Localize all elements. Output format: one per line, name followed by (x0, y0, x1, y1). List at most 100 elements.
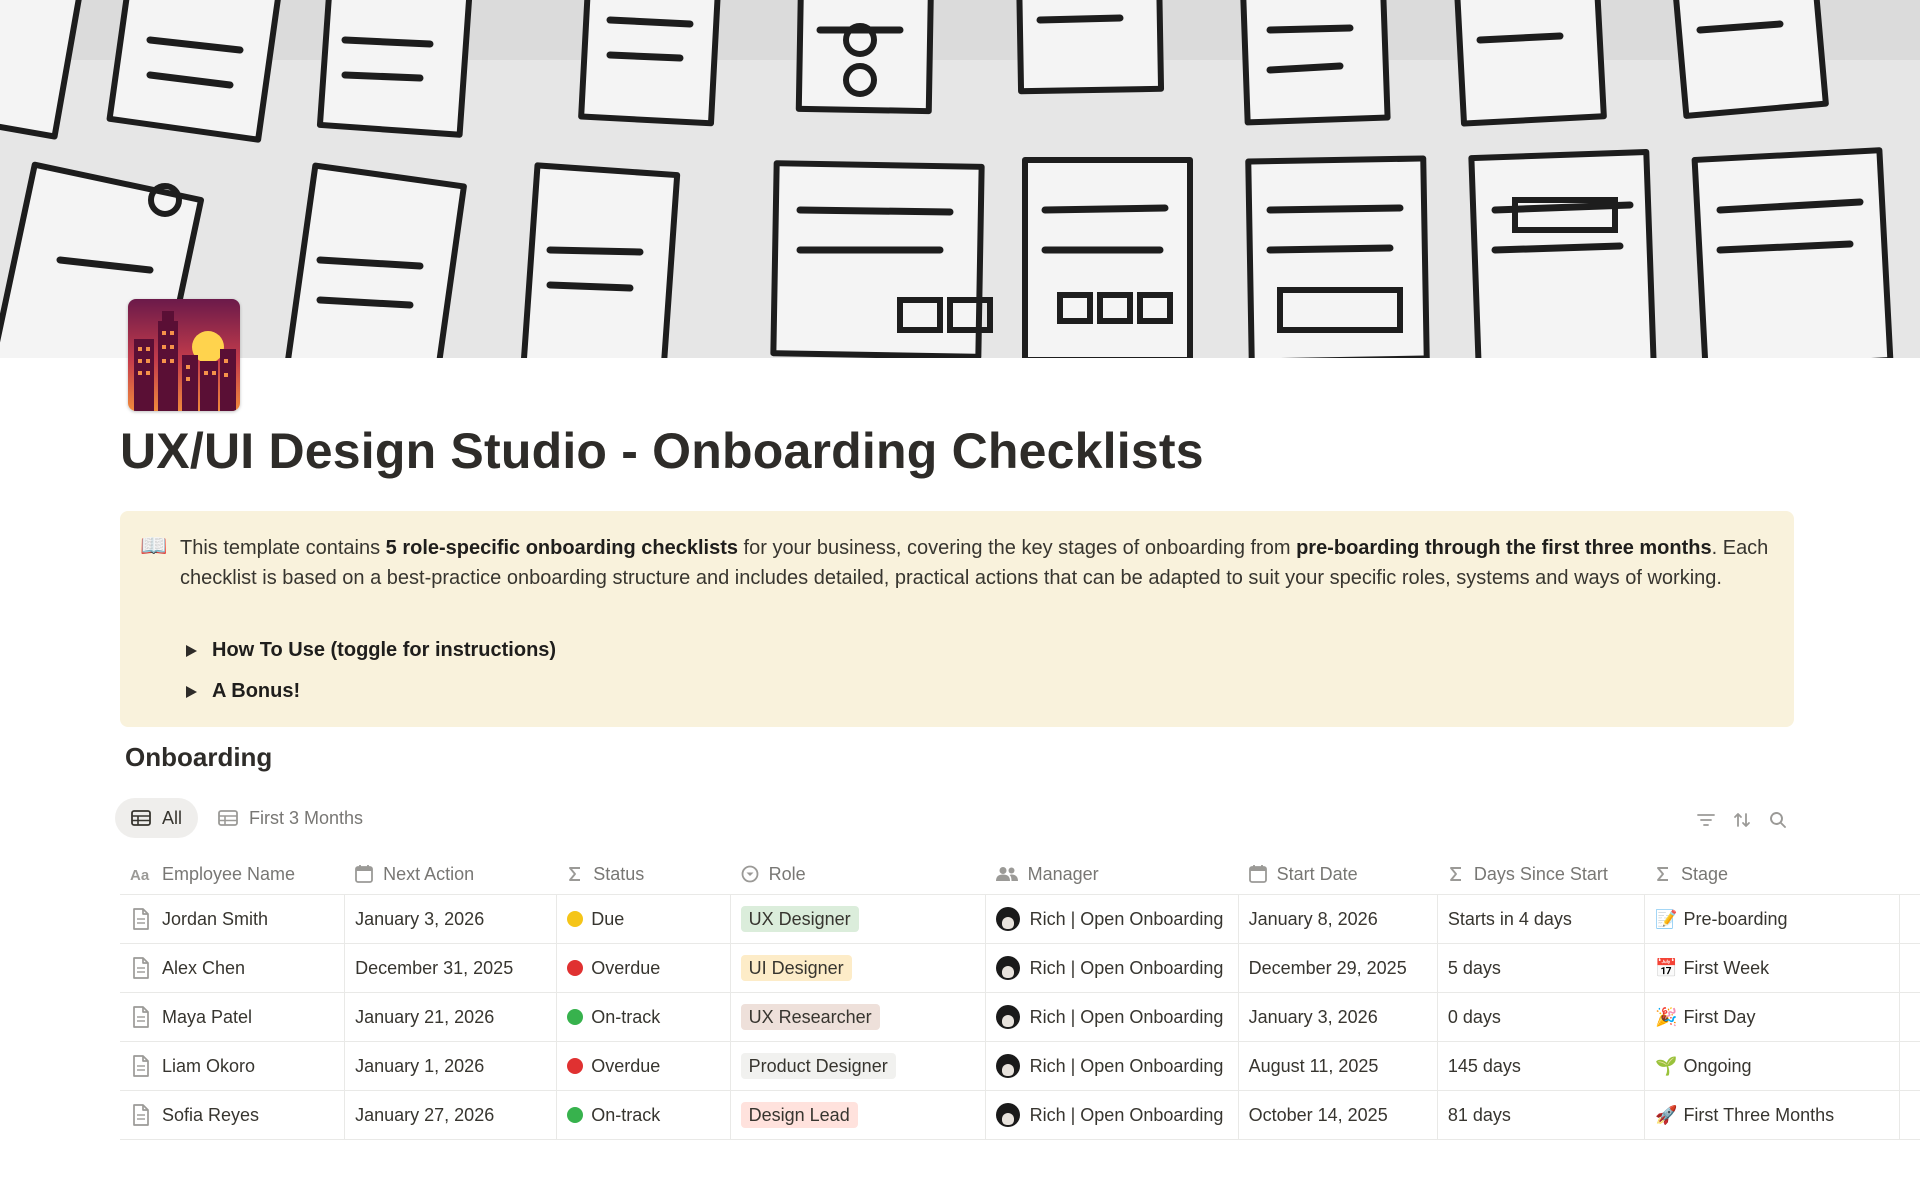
intro-callout: 📖 This template contains 5 role-specific… (120, 511, 1794, 727)
next-action-cell[interactable]: January 1, 2026 (345, 1042, 558, 1090)
table-row[interactable]: Alex Chen December 31, 2025 Overdue UI Desi… (120, 944, 1920, 993)
status-cell[interactable]: Overdue (557, 1042, 731, 1090)
view-tabs: All First 3 Months (115, 798, 383, 838)
employee-name[interactable]: Liam Okoro (162, 1056, 255, 1077)
status-dot-icon (567, 960, 584, 976)
page-icon (133, 1104, 149, 1126)
column-next-action[interactable]: Next Action (345, 854, 557, 894)
filter-icon[interactable] (1688, 806, 1724, 834)
column-employee-name[interactable]: Aa Employee Name (120, 854, 345, 894)
role-tag: UX Researcher (740, 1004, 880, 1030)
overflow-cell (1900, 895, 1920, 943)
role-cell[interactable]: UX Researcher (731, 993, 986, 1041)
employee-name-cell[interactable]: Jordan Smith (120, 895, 346, 943)
role-tag: UI Designer (740, 955, 852, 981)
column-days-since-start[interactable]: Days Since Start (1438, 854, 1645, 894)
employee-name-cell[interactable]: Maya Patel (120, 993, 346, 1041)
page-icon (133, 1055, 149, 1077)
days-since-start-cell[interactable]: 5 days (1438, 944, 1646, 992)
next-action-cell[interactable]: December 31, 2025 (345, 944, 558, 992)
avatar (995, 1005, 1020, 1029)
days-since-start-cell[interactable]: 0 days (1438, 993, 1646, 1041)
tab-all[interactable]: All (115, 798, 199, 838)
employee-name[interactable]: Sofia Reyes (162, 1105, 259, 1126)
wireframe-sketches-illustration (0, 0, 1920, 358)
sort-icon[interactable] (1724, 806, 1760, 834)
avatar (995, 956, 1020, 980)
days-since-start-cell[interactable]: 81 days (1438, 1091, 1646, 1139)
role-cell[interactable]: Design Lead (731, 1091, 986, 1139)
table-row[interactable]: Maya Patel January 21, 2026 On-track UX Res… (120, 993, 1920, 1042)
calendar-icon (1248, 865, 1267, 883)
employee-name-cell[interactable]: Sofia Reyes (120, 1091, 346, 1139)
svg-text:Aa: Aa (130, 867, 150, 882)
column-stage[interactable]: Stage (1645, 854, 1900, 894)
stage-emoji-icon: 🎉 (1655, 1006, 1678, 1027)
manager-cell[interactable]: Rich | Open Onboarding (986, 993, 1239, 1041)
manager-cell[interactable]: Rich | Open Onboarding (986, 895, 1239, 943)
stage-emoji-icon: 📅 (1655, 957, 1678, 978)
table-row[interactable]: Liam Okoro January 1, 2026 Overdue Product … (120, 1042, 1920, 1091)
status-cell[interactable]: On-track (557, 993, 731, 1041)
open-book-icon: 📖 (140, 533, 168, 558)
start-date-cell[interactable]: December 29, 2025 (1239, 944, 1438, 992)
column-manager[interactable]: Manager (986, 854, 1239, 894)
column-status[interactable]: Status (557, 854, 730, 894)
callout-text: This template contains 5 role-specific o… (180, 537, 1769, 589)
column-overflow (1900, 854, 1920, 894)
next-action-cell[interactable]: January 27, 2026 (345, 1091, 558, 1139)
search-icon[interactable] (1760, 806, 1796, 834)
table-row[interactable]: Sofia Reyes January 27, 2026 On-track Desig… (120, 1091, 1920, 1140)
toggle-bonus[interactable]: A Bonus! (186, 680, 300, 703)
status-cell[interactable]: Overdue (557, 944, 731, 992)
toggle-arrow-icon[interactable] (186, 644, 197, 657)
employee-name-cell[interactable]: Alex Chen (120, 944, 346, 992)
stage-emoji-icon: 🚀 (1655, 1104, 1678, 1125)
role-tag: Product Designer (740, 1053, 896, 1079)
stage-cell[interactable]: 📅 First Week (1645, 944, 1900, 992)
column-start-date[interactable]: Start Date (1239, 854, 1438, 894)
days-since-start-cell[interactable]: 145 days (1438, 1042, 1646, 1090)
page-icon[interactable] (128, 299, 240, 411)
next-action-cell[interactable]: January 3, 2026 (345, 895, 558, 943)
status-cell[interactable]: Due (557, 895, 731, 943)
role-cell[interactable]: UI Designer (731, 944, 986, 992)
table-row[interactable]: Jordan Smith January 3, 2026 Due UX Designe… (120, 895, 1920, 944)
role-tag: Design Lead (740, 1102, 858, 1128)
next-action-cell[interactable]: January 21, 2026 (345, 993, 558, 1041)
database-title[interactable]: Onboarding (125, 742, 272, 773)
table-header: Aa Employee Name Next Action Status Role… (120, 854, 1920, 895)
stage-cell[interactable]: 🌱 Ongoing (1645, 1042, 1900, 1090)
formula-icon (1449, 867, 1461, 881)
employee-name[interactable]: Alex Chen (162, 958, 245, 979)
status-cell[interactable]: On-track (557, 1091, 731, 1139)
formula-icon (1657, 867, 1669, 881)
employee-name-cell[interactable]: Liam Okoro (120, 1042, 346, 1090)
stage-cell[interactable]: 📝 Pre-boarding (1645, 895, 1900, 943)
employee-name[interactable]: Jordan Smith (162, 909, 268, 930)
start-date-cell[interactable]: October 14, 2025 (1239, 1091, 1438, 1139)
city-sunset-icon (128, 299, 240, 411)
tab-first-3-months[interactable]: First 3 Months (202, 798, 379, 838)
start-date-cell[interactable]: January 3, 2026 (1239, 993, 1438, 1041)
start-date-cell[interactable]: January 8, 2026 (1239, 895, 1438, 943)
role-cell[interactable]: UX Designer (731, 895, 986, 943)
start-date-cell[interactable]: August 11, 2025 (1239, 1042, 1438, 1090)
manager-cell[interactable]: Rich | Open Onboarding (986, 1042, 1239, 1090)
role-cell[interactable]: Product Designer (731, 1042, 986, 1090)
select-property-icon (741, 865, 759, 883)
stage-cell[interactable]: 🚀 First Three Months (1645, 1091, 1900, 1139)
calendar-icon (355, 865, 374, 883)
avatar (995, 907, 1020, 931)
column-role[interactable]: Role (731, 854, 986, 894)
toggle-how-to-use[interactable]: How To Use (toggle for instructions) (186, 639, 556, 662)
toggle-arrow-icon[interactable] (186, 685, 197, 698)
manager-cell[interactable]: Rich | Open Onboarding (986, 944, 1239, 992)
overflow-cell (1900, 944, 1920, 992)
manager-cell[interactable]: Rich | Open Onboarding (986, 1091, 1239, 1139)
stage-cell[interactable]: 🎉 First Day (1645, 993, 1900, 1041)
days-since-start-cell[interactable]: Starts in 4 days (1438, 895, 1646, 943)
employee-name[interactable]: Maya Patel (162, 1007, 252, 1028)
stage-emoji-icon: 📝 (1655, 908, 1678, 929)
status-dot-icon (567, 911, 584, 927)
